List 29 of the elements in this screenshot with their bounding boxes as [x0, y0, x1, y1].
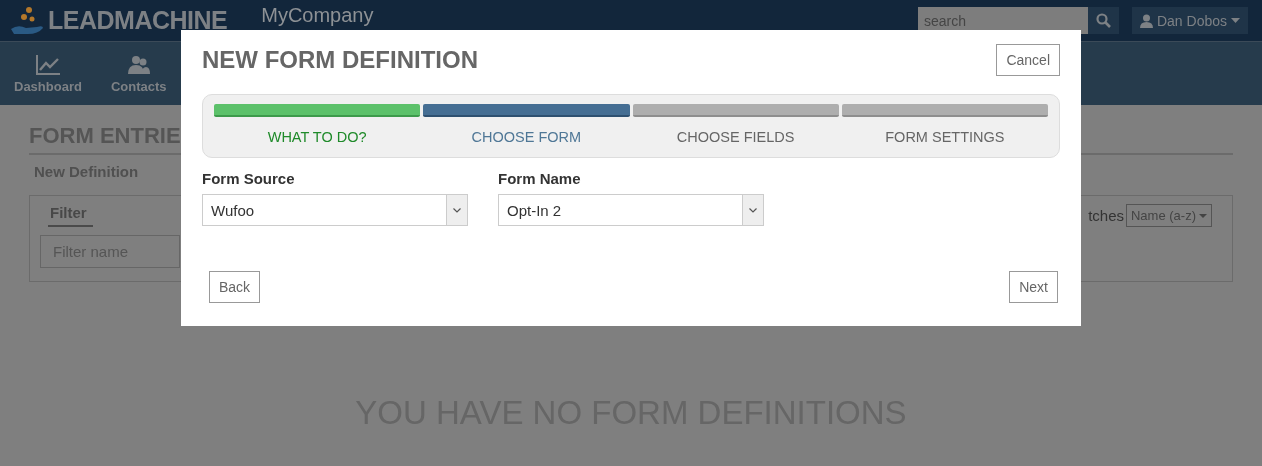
search-icon: [1095, 13, 1111, 28]
caret-icon: [1231, 18, 1240, 23]
step-label: FORM SETTINGS: [885, 129, 1005, 145]
company-name: MyCompany: [261, 4, 374, 27]
cancel-button[interactable]: Cancel: [996, 44, 1060, 76]
step-label: CHOOSE FORM: [471, 129, 582, 145]
search-button[interactable]: [1087, 7, 1119, 34]
next-button[interactable]: Next: [1009, 271, 1058, 303]
select-field[interactable]: Opt-In 2: [498, 194, 764, 226]
user-menu-button[interactable]: Dan Dobos: [1131, 7, 1248, 34]
field-label: Form Name: [498, 170, 582, 187]
sort-dropdown[interactable]: Name (a-z): [1126, 204, 1212, 227]
user-icon: [1139, 13, 1153, 28]
chevron-down-icon: [749, 207, 757, 213]
chevron-down-icon: [453, 207, 461, 213]
field-label: Form Source: [202, 170, 296, 187]
select-field[interactable]: Wufoo: [202, 194, 468, 226]
step-label: CHOOSE FIELDS: [676, 129, 795, 145]
modal-title: NEW FORM DEFINITION: [202, 46, 478, 74]
nav-item[interactable]: Contacts: [110, 42, 167, 105]
step-label: WHAT TO DO?: [267, 129, 367, 145]
matches-text: tches: [1088, 207, 1124, 224]
logo-text: LEADMACHINE: [48, 6, 228, 35]
nav-item[interactable]: Dashboard: [14, 42, 82, 105]
caret-icon: [1199, 213, 1207, 218]
line-chart-icon: [35, 55, 60, 75]
hand-coins-icon: [10, 5, 44, 36]
back-button[interactable]: Back: [209, 271, 261, 303]
people-icon: [127, 55, 150, 75]
